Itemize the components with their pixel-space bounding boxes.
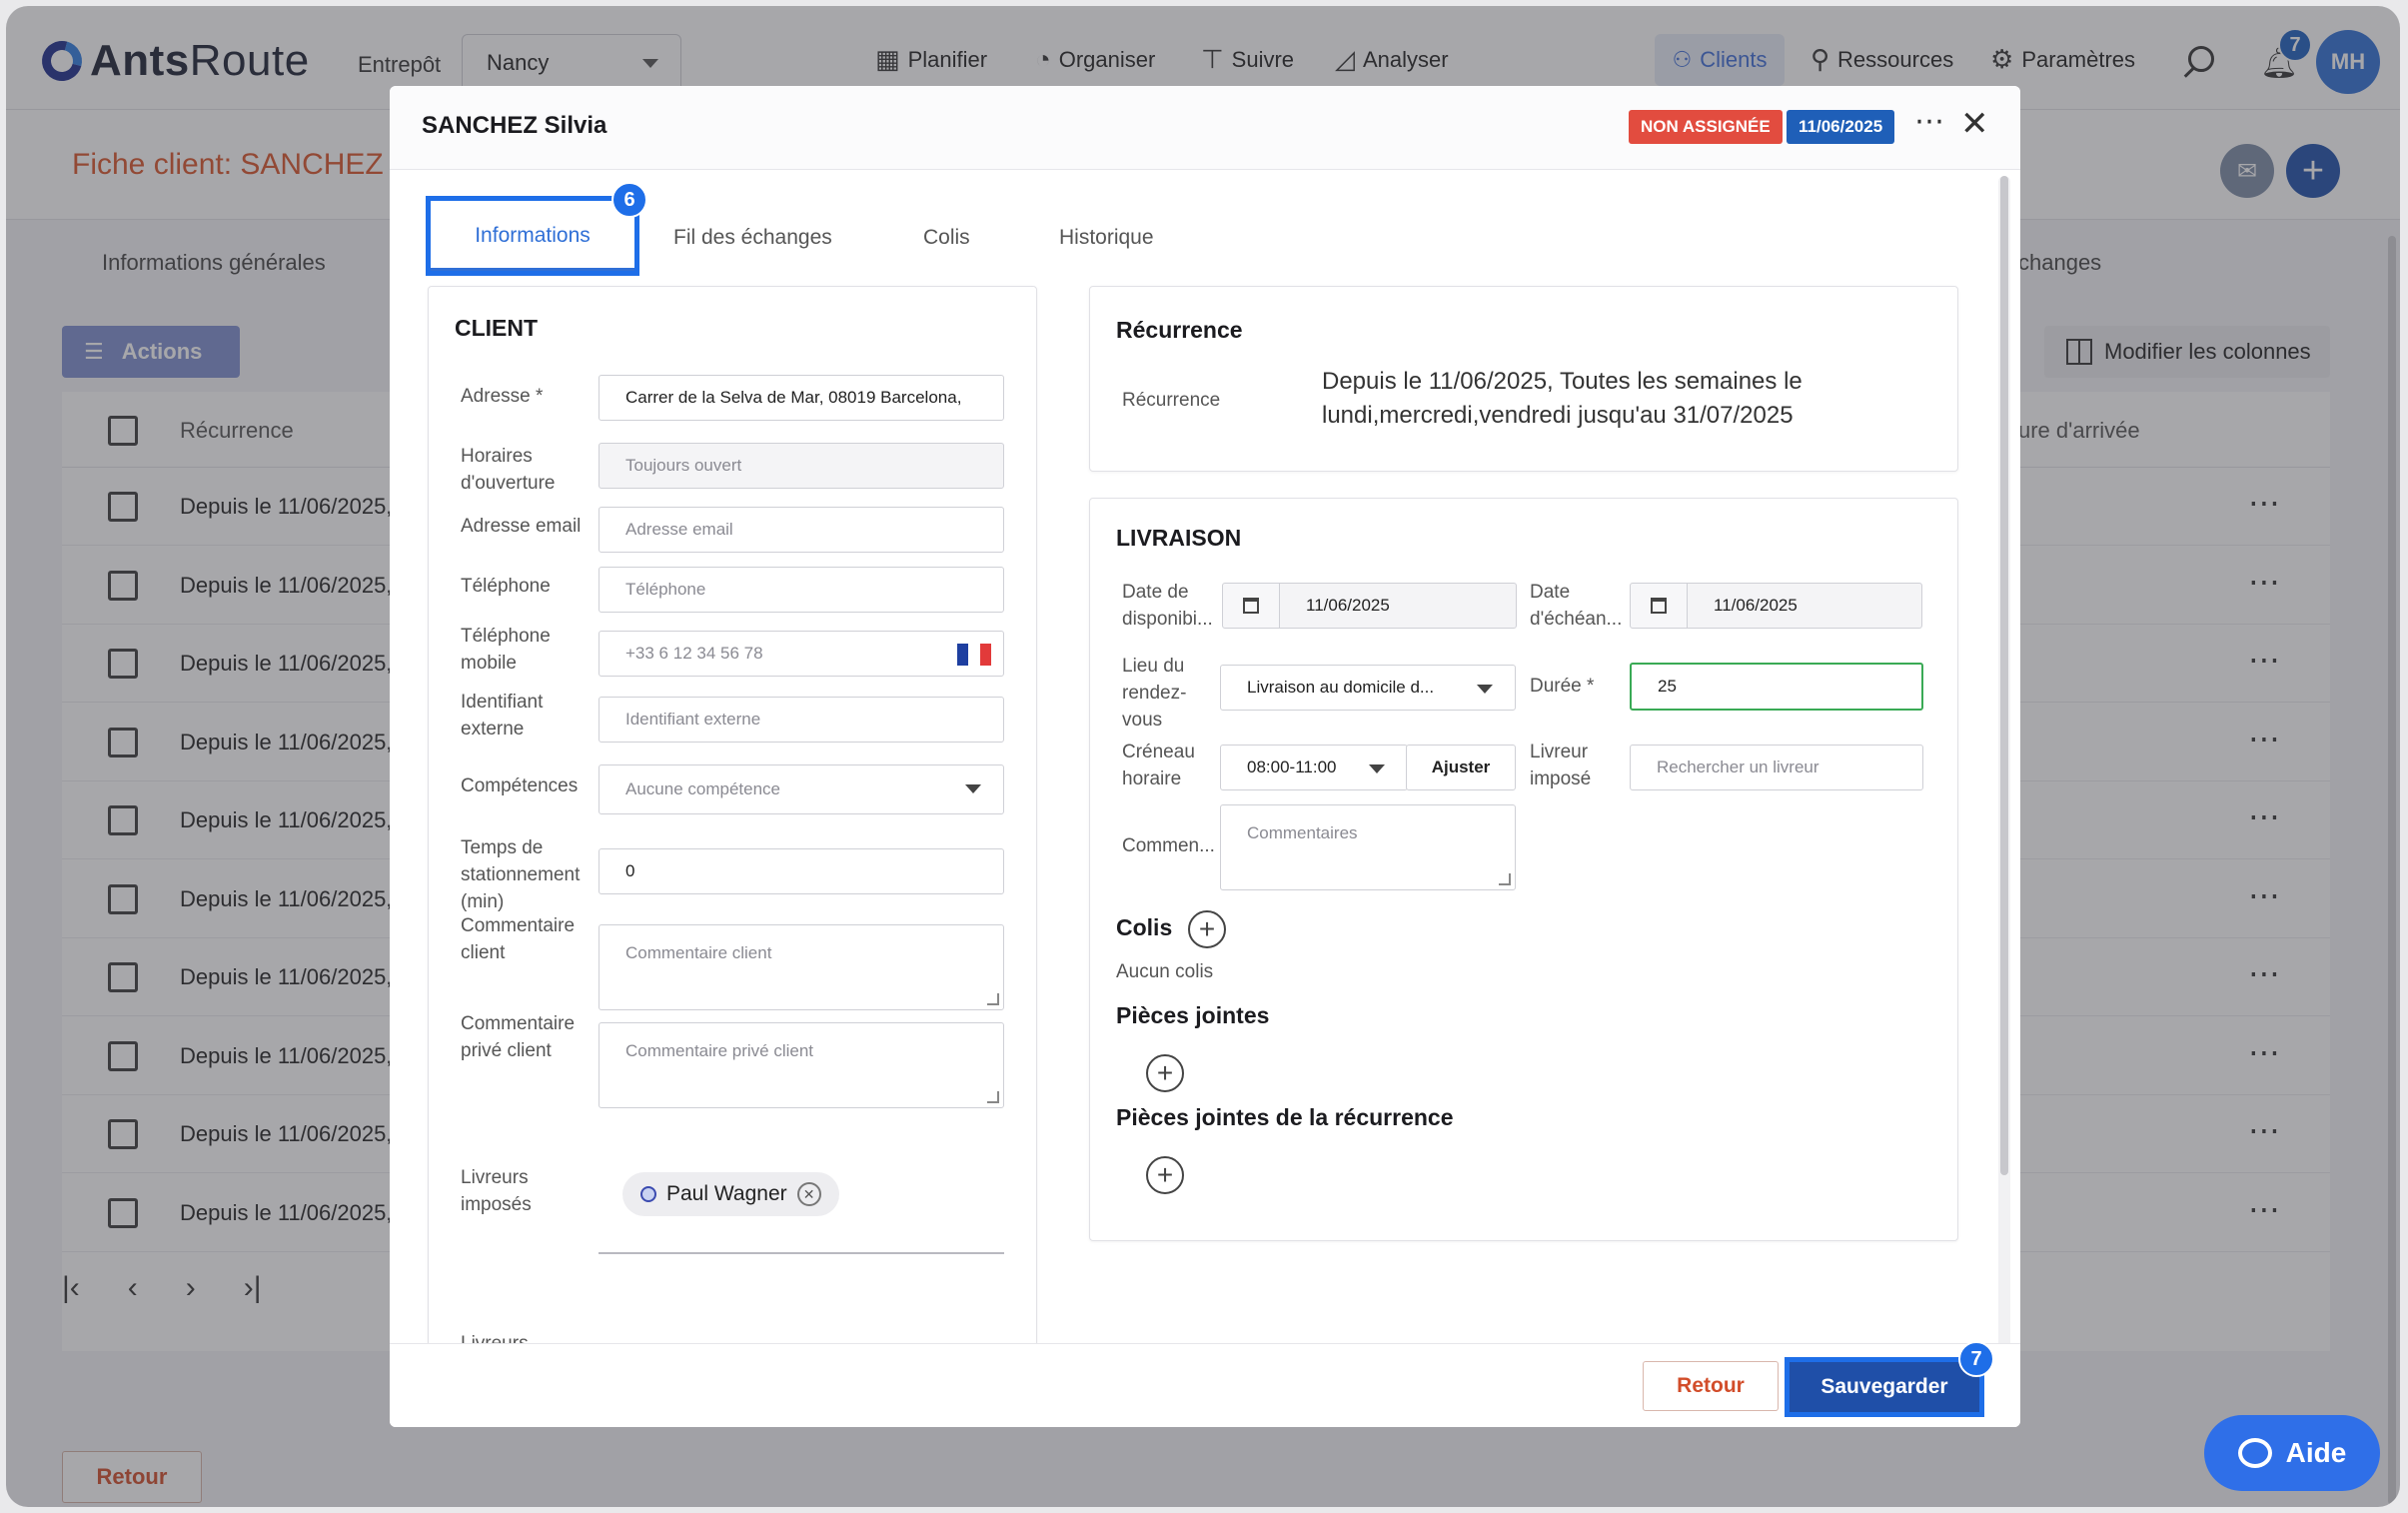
address-label: Adresse *: [461, 386, 544, 407]
private-comment-textarea[interactable]: Commentaire privé client: [599, 1022, 1004, 1108]
add-parcel-plus-icon[interactable]: +: [1188, 910, 1226, 948]
time-slot-label: Créneau horaire: [1122, 742, 1195, 789]
phone-input[interactable]: Téléphone: [599, 567, 1004, 613]
close-icon[interactable]: ✕: [1960, 104, 1989, 144]
phone-label: Téléphone: [461, 576, 551, 597]
parking-time-input[interactable]: 0: [599, 848, 1004, 894]
chevron-down-icon: [1477, 685, 1493, 694]
client-title: CLIENT: [455, 315, 539, 341]
delivery-title: LIVRAISON: [1116, 525, 1242, 551]
skills-label: Compétences: [461, 775, 579, 796]
calendar-icon: [1651, 598, 1667, 614]
parcels-title: Colis: [1116, 914, 1173, 940]
modal-header: SANCHEZ Silvia NON ASSIGNÉE 11/06/2025 ⋯…: [390, 86, 2020, 170]
recurrence-card: Récurrence Récurrence Depuis le 11/06/20…: [1089, 286, 1958, 472]
due-calendar-button[interactable]: [1630, 583, 1688, 629]
external-id-input[interactable]: Identifiant externe: [599, 697, 1004, 743]
due-date-label: Date d'échéan...: [1530, 582, 1623, 630]
driver-search-input[interactable]: Rechercher un livreur: [1630, 745, 1923, 790]
forced-driver-label: Livreur imposé: [1530, 742, 1592, 789]
delivery-comments-textarea[interactable]: Commentaires: [1220, 804, 1516, 890]
client-card: CLIENT Adresse * Carrer de la Selva de M…: [428, 286, 1037, 1365]
chat-icon: [2237, 1438, 2272, 1468]
driver-chip: Paul Wagner ✕: [622, 1172, 839, 1216]
client-modal: SANCHEZ Silvia NON ASSIGNÉE 11/06/2025 ⋯…: [390, 86, 2020, 1427]
step-badge: 7: [1958, 1341, 1994, 1377]
chevron-down-icon: [965, 784, 981, 793]
no-parcels-text: Aucun colis: [1116, 961, 1214, 982]
client-comment-label: Commentaire client: [461, 915, 576, 963]
availability-calendar-button[interactable]: [1222, 583, 1280, 629]
comments-label: Commen...: [1122, 835, 1215, 856]
time-slot-select[interactable]: 08:00-11:00: [1220, 745, 1408, 790]
status-badge: NON ASSIGNÉE: [1629, 110, 1783, 144]
drivers-underline: [599, 1252, 1004, 1254]
tab-parcels[interactable]: Colis: [923, 226, 970, 250]
calendar-icon: [1243, 598, 1259, 614]
save-button[interactable]: Sauvegarder: [1785, 1357, 1984, 1417]
recurrence-attachments-title: Pièces jointes de la récurrence: [1116, 1104, 1454, 1130]
modal-back-button[interactable]: Retour: [1643, 1361, 1779, 1411]
forced-drivers-label: Livreurs imposés: [461, 1167, 532, 1215]
tab-informations[interactable]: Informations: [426, 196, 639, 276]
mobile-label: Téléphone mobile: [461, 626, 551, 674]
availability-date-input[interactable]: 11/06/2025: [1279, 583, 1517, 629]
email-input[interactable]: Adresse email: [599, 507, 1004, 553]
france-flag-icon[interactable]: [957, 644, 991, 666]
address-input[interactable]: Carrer de la Selva de Mar, 08019 Barcelo…: [599, 375, 1004, 421]
recurrence-label: Récurrence: [1122, 390, 1221, 411]
delivery-card: LIVRAISON Date de disponibi... 11/06/202…: [1089, 498, 1958, 1241]
opening-hours-input[interactable]: Toujours ouvert: [599, 443, 1004, 489]
client-comment-textarea[interactable]: Commentaire client: [599, 924, 1004, 1010]
more-options-icon[interactable]: ⋯: [1914, 104, 1945, 139]
external-id-label: Identifiant externe: [461, 692, 544, 740]
mobile-input[interactable]: +33 6 12 34 56 78: [599, 631, 1004, 677]
skills-select[interactable]: Aucune compétence: [599, 764, 1004, 814]
chevron-down-icon: [1369, 764, 1385, 773]
recurrence-title: Récurrence: [1116, 317, 1243, 343]
date-badge: 11/06/2025: [1787, 110, 1895, 144]
adjust-button[interactable]: Ajuster: [1406, 745, 1516, 790]
availability-date-label: Date de disponibi...: [1122, 582, 1213, 630]
status-dot-icon: [640, 1186, 656, 1202]
parking-time-label: Temps de stationnement (min): [461, 837, 581, 912]
tab-exchange-thread[interactable]: Fil des échanges: [673, 226, 832, 250]
private-comment-label: Commentaire privé client: [461, 1013, 576, 1061]
location-label: Lieu du rendez-vous: [1122, 656, 1187, 731]
location-select[interactable]: Livraison au domicile d...: [1220, 665, 1516, 711]
remove-chip-icon[interactable]: ✕: [796, 1182, 821, 1206]
help-button[interactable]: Aide: [2204, 1415, 2380, 1491]
duration-label: Durée *: [1530, 676, 1595, 697]
email-label: Adresse email: [461, 516, 582, 537]
step-badge: 6: [611, 182, 647, 218]
modal-scrollbar[interactable]: [1998, 176, 2010, 1419]
add-recurrence-attachment-plus-icon[interactable]: +: [1146, 1156, 1184, 1194]
attachments-title: Pièces jointes: [1116, 1002, 1270, 1028]
add-attachment-plus-icon[interactable]: +: [1146, 1054, 1184, 1092]
tab-history[interactable]: Historique: [1059, 226, 1154, 250]
due-date-input[interactable]: 11/06/2025: [1687, 583, 1922, 629]
recurrence-value: Depuis le 11/06/2025, Toutes les semaine…: [1322, 368, 1803, 429]
opening-hours-label: Horaires d'ouverture: [461, 446, 556, 494]
duration-input[interactable]: 25: [1630, 663, 1923, 711]
modal-title: SANCHEZ Silvia: [422, 112, 607, 139]
